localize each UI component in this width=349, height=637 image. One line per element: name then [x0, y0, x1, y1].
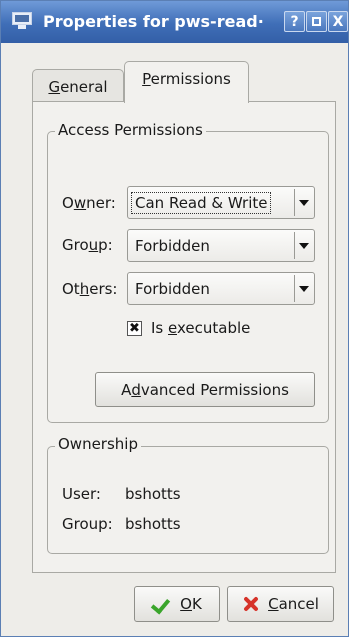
access-permissions-legend: Access Permissions: [55, 121, 206, 139]
cancel-x-icon: [242, 595, 260, 613]
executable-label[interactable]: Is executable: [151, 319, 250, 337]
group-owner-label: Group:: [62, 515, 113, 533]
tab-permissions-mnemonic: P: [142, 70, 151, 88]
owner-label: Owner:: [62, 194, 116, 212]
tab-general[interactable]: General: [32, 69, 124, 103]
chevron-down-icon: [299, 286, 309, 292]
combo-separator: [294, 189, 295, 216]
close-button[interactable]: X: [328, 11, 348, 32]
group-owner-value: bshotts: [125, 515, 181, 533]
cancel-label: Cancel: [268, 595, 319, 613]
help-icon: ?: [290, 13, 299, 30]
maximize-button[interactable]: [306, 11, 327, 32]
advanced-permissions-button[interactable]: Ad vanced Permissions: [95, 372, 315, 407]
others-permission-select[interactable]: Forbidden: [127, 272, 315, 305]
others-label: Others:: [62, 280, 118, 298]
checkmark-x-icon: ✖: [129, 321, 140, 336]
user-label: User:: [62, 485, 101, 503]
ownership-legend: Ownership: [55, 435, 141, 453]
tab-general-mnemonic: G: [48, 78, 61, 96]
group-label: Group:: [62, 236, 113, 254]
ok-button[interactable]: OK: [134, 586, 220, 622]
owner-permission-value: Can Read & Write: [130, 192, 272, 214]
others-permission-value: Forbidden: [135, 280, 210, 298]
tab-general-label: eneral: [60, 78, 108, 96]
window-title: Properties for pws-read·: [43, 12, 264, 31]
maximize-icon: [312, 17, 321, 26]
combo-separator: [294, 232, 295, 259]
chevron-down-icon: [299, 243, 309, 249]
computer-icon: [12, 12, 32, 30]
executable-checkbox[interactable]: ✖: [127, 321, 142, 336]
owner-permission-select[interactable]: Can Read & Write: [127, 186, 315, 219]
ok-label: OK: [180, 595, 202, 613]
title-bar[interactable]: Properties for pws-read· ? X: [1, 1, 348, 43]
chevron-down-icon: [299, 200, 309, 206]
group-permission-select[interactable]: Forbidden: [127, 229, 315, 262]
tab-permissions-label: ermissions: [150, 70, 231, 88]
properties-dialog: Properties for pws-read· ? X General Per…: [0, 0, 349, 637]
tab-permissions[interactable]: Permissions: [124, 61, 249, 103]
cancel-button[interactable]: Cancel: [227, 586, 334, 622]
group-permission-value: Forbidden: [135, 237, 210, 255]
help-button[interactable]: ?: [284, 11, 305, 32]
check-icon: [152, 596, 172, 612]
close-icon: X: [332, 13, 344, 30]
combo-separator: [294, 275, 295, 302]
user-value: bshotts: [125, 485, 181, 503]
